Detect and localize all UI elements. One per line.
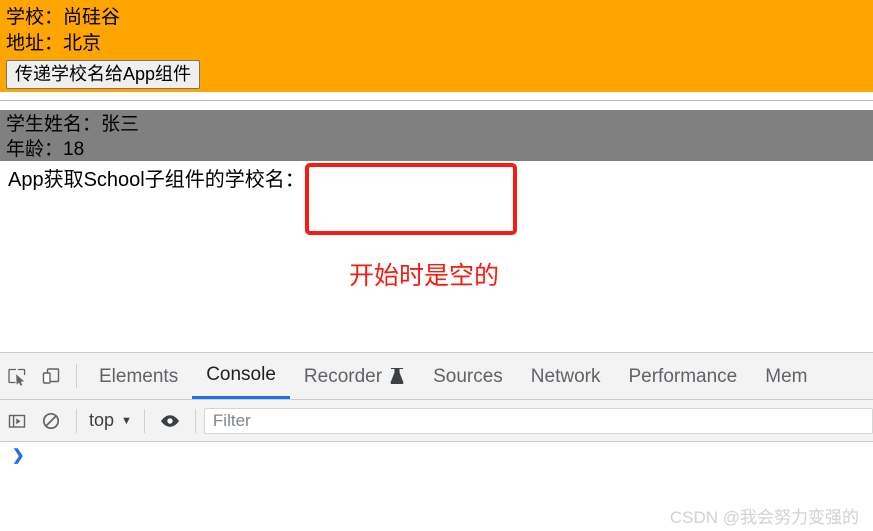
school-component-panel: 学校：尚硅谷 地址：北京 传递学校名给App组件	[0, 0, 873, 92]
school-address-text: 地址：北京	[6, 33, 102, 54]
student-name-text: 学生姓名：张三	[6, 114, 140, 135]
pass-school-name-button[interactable]: 传递学校名给App组件	[6, 60, 201, 89]
devtools-panel: Elements Console Recorder Sources Networ…	[0, 352, 873, 531]
tab-console[interactable]: Console	[192, 354, 290, 399]
console-toolbar: top ▼	[0, 400, 873, 442]
tab-recorder-label: Recorder	[303, 365, 383, 387]
flask-icon	[389, 367, 405, 385]
section-divider	[0, 100, 873, 101]
toolbar-separator-3	[143, 408, 145, 433]
app-received-school-label: App获取School子组件的学校名：	[8, 169, 305, 191]
console-sidebar-icon	[7, 411, 27, 431]
annotation-caption: 开始时是空的	[349, 262, 500, 290]
tab-performance[interactable]: Performance	[614, 354, 751, 399]
device-toolbar-button[interactable]	[34, 354, 68, 398]
tab-sources[interactable]: Sources	[419, 354, 517, 399]
device-toolbar-icon	[41, 366, 61, 386]
console-filter-wrapper	[203, 407, 873, 434]
annotation-highlight-box	[305, 163, 517, 235]
execution-context-label: top	[89, 410, 115, 430]
toolbar-separator	[76, 364, 77, 388]
live-expression-eye-icon	[159, 412, 181, 430]
student-component-panel: 学生姓名：张三 年龄：18	[0, 110, 873, 161]
console-filter-input[interactable]	[203, 407, 873, 434]
csdn-watermark: CSDN @我会努力变强的	[669, 508, 859, 527]
console-sidebar-toggle-button[interactable]	[0, 399, 34, 443]
tab-recorder[interactable]: Recorder	[290, 354, 419, 399]
school-name-text: 学校：尚硅谷	[6, 7, 121, 28]
tab-elements[interactable]: Elements	[85, 354, 192, 399]
devtools-tabbar: Elements Console Recorder Sources Networ…	[0, 353, 873, 400]
inspect-element-icon	[7, 366, 27, 386]
console-message-area[interactable]: ❯ CSDN @我会努力变强的	[0, 442, 873, 531]
console-prompt-row[interactable]: ❯	[0, 442, 873, 464]
console-input-caret[interactable]	[31, 448, 32, 463]
tab-memory[interactable]: Mem	[751, 354, 821, 399]
inspect-element-button[interactable]	[0, 354, 34, 398]
execution-context-select[interactable]: top ▼	[85, 410, 136, 431]
app-received-school-row: App获取School子组件的学校名：	[8, 166, 314, 194]
toolbar-separator-4	[194, 408, 196, 433]
toolbar-separator-2	[76, 408, 77, 433]
student-age-text: 年龄：18	[6, 139, 85, 160]
clear-console-button[interactable]	[34, 399, 68, 443]
clear-console-icon	[41, 411, 61, 431]
browser-page-viewport: 学校：尚硅谷 地址：北京 传递学校名给App组件 学生姓名：张三 年龄：18 A…	[0, 0, 873, 352]
tab-network[interactable]: Network	[517, 354, 615, 399]
live-expression-button[interactable]	[153, 399, 187, 443]
chevron-down-icon: ▼	[121, 414, 132, 427]
console-prompt-chevron: ❯	[12, 447, 25, 464]
